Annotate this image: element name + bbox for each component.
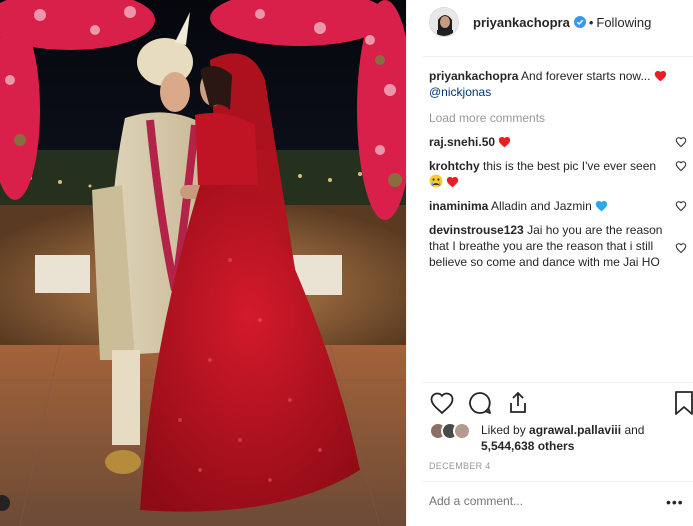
divider — [423, 481, 693, 482]
comment-like-heart-icon[interactable] — [675, 242, 687, 254]
crying-face-emoji-icon — [429, 174, 443, 188]
comment-username[interactable]: devinstrouse123 — [429, 223, 524, 237]
heart-icon[interactable] — [429, 390, 455, 416]
likes-prefix: Liked by — [481, 423, 526, 437]
comment-text: Alladin and Jazmin — [491, 199, 592, 213]
heart-emoji-icon — [447, 177, 459, 188]
comment-like-heart-icon[interactable] — [675, 136, 687, 148]
post-author-username[interactable]: priyankachopra — [473, 15, 570, 30]
caption: priyankachopra And forever starts now...… — [429, 68, 691, 100]
likes-summary: Liked by agrawal.pallaviii and 5,544,638… — [429, 422, 691, 454]
likes-and: and — [624, 423, 645, 437]
comment-row: raj.snehi.50 — [429, 134, 691, 150]
comment-row: inaminima Alladin and Jazmin — [429, 198, 691, 214]
likes-count-others[interactable]: 5,544,638 others — [481, 439, 574, 453]
caption-username[interactable]: priyankachopra — [429, 69, 518, 83]
blue-heart-emoji-icon — [595, 201, 608, 212]
post-date[interactable]: DECEMBER 4 — [429, 461, 491, 471]
separator-dot: • — [588, 14, 594, 30]
avatar — [453, 422, 471, 440]
comment-text: this is the best pic I've ever seen — [483, 159, 657, 173]
liker-avatars — [429, 422, 477, 440]
avatar[interactable] — [429, 7, 459, 37]
comment-like-heart-icon[interactable] — [675, 200, 687, 212]
add-comment-input[interactable] — [429, 494, 659, 508]
likes-text: Liked by agrawal.pallaviii and 5,544,638… — [481, 422, 644, 454]
more-options-icon[interactable]: ••• — [666, 494, 684, 510]
comment-row: devinstrouse123 Jai ho you are the reaso… — [429, 222, 691, 270]
post-actions — [429, 390, 693, 418]
comment-icon[interactable] — [467, 390, 493, 416]
heart-emoji-icon — [499, 137, 511, 148]
verified-icon — [573, 16, 586, 28]
following-button[interactable]: Following — [596, 15, 651, 30]
comment-username[interactable]: inaminima — [429, 199, 488, 213]
share-icon[interactable] — [505, 390, 531, 416]
caption-text: And forever starts now... — [521, 69, 651, 83]
divider — [423, 56, 693, 57]
comment-row: krohtchy this is the best pic I've ever … — [429, 158, 691, 190]
liker-username[interactable]: agrawal.pallaviii — [529, 423, 621, 437]
comment-like-heart-icon[interactable] — [675, 160, 687, 172]
heart-emoji-icon — [654, 71, 666, 82]
comments-list: priyankachopra And forever starts now...… — [429, 68, 691, 270]
post-header: priyankachopra • Following — [407, 0, 693, 44]
post-side-panel: priyankachopra • Following priyankachopr… — [406, 0, 693, 526]
comment-username[interactable]: krohtchy — [429, 159, 480, 173]
comment-username[interactable]: raj.snehi.50 — [429, 135, 495, 149]
load-more-comments-button[interactable]: Load more comments — [429, 110, 691, 126]
post-photo[interactable] — [0, 0, 406, 526]
mention-link[interactable]: @nickjonas — [429, 85, 491, 99]
bookmark-icon[interactable] — [671, 390, 693, 416]
divider — [423, 382, 693, 383]
